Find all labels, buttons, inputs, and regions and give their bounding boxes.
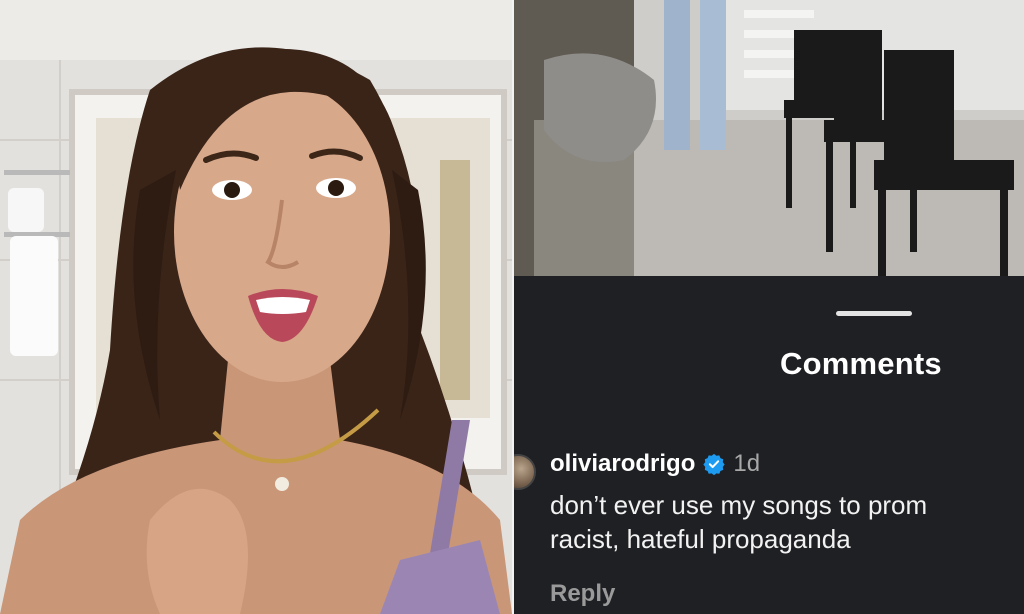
- video-still-left: [0, 0, 512, 614]
- comment-header: oliviarodrigo 1d: [550, 450, 760, 478]
- speaker-illustration: [0, 0, 512, 614]
- reply-button[interactable]: Reply: [550, 580, 615, 608]
- comment-text: don’t ever use my songs to prom racist, …: [550, 490, 928, 554]
- comments-sheet: Comments oliviarodrigo 1d don’t ever use…: [514, 276, 1024, 614]
- verified-badge-icon: [703, 453, 725, 476]
- comment-timestamp: 1d: [733, 450, 761, 477]
- post-photo: [514, 0, 1024, 276]
- avatar[interactable]: [514, 454, 536, 490]
- comment-username[interactable]: oliviarodrigo: [550, 450, 695, 478]
- sheet-drag-handle[interactable]: [836, 311, 912, 316]
- comments-title: Comments: [780, 346, 942, 381]
- chairs-photo-illustration: [514, 0, 1024, 276]
- composite-image: Comments oliviarodrigo 1d don’t ever use…: [0, 0, 1024, 614]
